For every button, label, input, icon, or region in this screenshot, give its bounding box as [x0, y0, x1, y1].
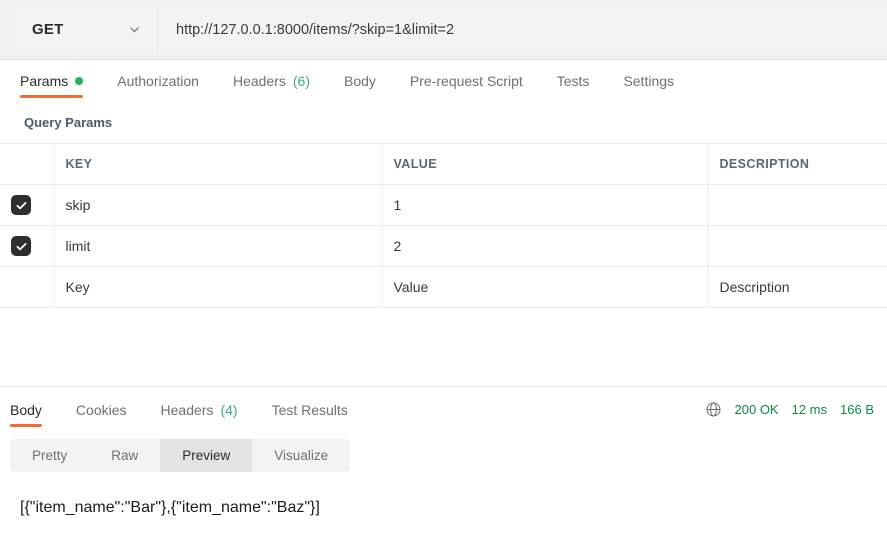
param-value-cell[interactable]: 1 — [382, 184, 709, 226]
column-header-description: DESCRIPTION — [708, 143, 887, 185]
table-row-new: Key Value Description — [0, 266, 887, 308]
view-preview[interactable]: Preview — [160, 439, 253, 472]
new-param-description-cell[interactable]: Description — [708, 266, 887, 308]
response-header: Body Cookies Headers (4) Test Results 20… — [0, 387, 887, 427]
response-tab-body[interactable]: Body — [10, 402, 59, 427]
response-tab-headers-label: Headers — [160, 402, 214, 418]
tab-settings[interactable]: Settings — [606, 73, 691, 98]
params-modified-dot-icon — [75, 77, 84, 85]
response-tab-body-label: Body — [10, 402, 42, 418]
tab-params-label: Params — [20, 73, 69, 89]
param-description-cell[interactable] — [708, 225, 887, 267]
response-tab-bar: Body Cookies Headers (4) Test Results — [10, 402, 365, 427]
new-param-key-cell[interactable]: Key — [54, 266, 383, 308]
column-header-key: KEY — [54, 143, 383, 185]
row-checkbox-cell — [0, 184, 55, 226]
param-key-cell[interactable]: skip — [54, 184, 383, 226]
http-method-label: GET — [32, 21, 64, 38]
request-tab-bar: Params Authorization Headers (6) Body Pr… — [0, 60, 887, 98]
view-visualize[interactable]: Visualize — [252, 439, 350, 472]
response-body-content: [{"item_name":"Bar"},{"item_name":"Baz"}… — [20, 499, 320, 516]
column-header-checkbox — [0, 143, 55, 185]
tab-authorization-label: Authorization — [117, 73, 199, 89]
table-row: limit 2 — [0, 225, 887, 267]
status-code[interactable]: 200 OK — [735, 402, 779, 417]
tab-headers-count: (6) — [292, 73, 310, 89]
tab-pre-request-script-label: Pre-request Script — [409, 73, 523, 89]
response-tab-cookies-label: Cookies — [75, 402, 127, 418]
response-view-switch: Pretty Raw Preview Visualize — [10, 439, 351, 472]
response-tab-test-results[interactable]: Test Results — [255, 402, 365, 427]
response-status-group: 200 OK 12 ms 166 B — [705, 401, 874, 427]
table-header-row: KEY VALUE DESCRIPTION — [0, 143, 887, 185]
view-raw[interactable]: Raw — [89, 439, 160, 472]
tab-authorization[interactable]: Authorization — [100, 73, 216, 98]
tab-settings-label: Settings — [623, 73, 675, 89]
checkbox-checked-icon[interactable] — [11, 195, 31, 215]
response-tab-cookies[interactable]: Cookies — [59, 402, 144, 427]
param-value-cell[interactable]: 2 — [382, 225, 709, 267]
column-header-value: VALUE — [382, 143, 709, 185]
tab-params[interactable]: Params — [20, 73, 100, 98]
checkbox-checked-icon[interactable] — [11, 236, 31, 256]
tab-body-label: Body — [344, 73, 376, 89]
view-pretty[interactable]: Pretty — [10, 439, 89, 472]
response-tab-headers[interactable]: Headers (4) — [144, 402, 255, 427]
chevron-down-icon — [128, 23, 141, 36]
tab-tests-label: Tests — [556, 73, 590, 89]
row-checkbox-cell — [0, 225, 55, 267]
table-row: skip 1 — [0, 184, 887, 226]
globe-icon[interactable] — [705, 401, 722, 418]
request-pane-filler — [0, 308, 887, 386]
request-url-bar: GET http://127.0.0.1:8000/items/?skip=1&… — [0, 0, 887, 60]
http-method-select[interactable]: GET — [10, 8, 158, 51]
tab-headers[interactable]: Headers (6) — [216, 73, 327, 98]
request-url-input[interactable]: http://127.0.0.1:8000/items/?skip=1&limi… — [158, 8, 887, 51]
tab-body[interactable]: Body — [327, 73, 393, 98]
param-key-cell[interactable]: limit — [54, 225, 383, 267]
query-params-table: KEY VALUE DESCRIPTION skip 1 limit 2 Key… — [0, 143, 887, 308]
status-time[interactable]: 12 ms — [792, 402, 827, 417]
tab-pre-request-script[interactable]: Pre-request Script — [393, 73, 540, 98]
tab-headers-label: Headers — [232, 73, 286, 89]
query-params-title: Query Params — [24, 115, 113, 130]
status-size[interactable]: 166 B — [840, 402, 874, 417]
response-tab-headers-count: (4) — [220, 402, 238, 418]
tab-tests[interactable]: Tests — [540, 73, 607, 98]
param-description-cell[interactable] — [708, 184, 887, 226]
row-checkbox-cell-empty — [0, 266, 55, 308]
response-tab-test-results-label: Test Results — [271, 402, 348, 418]
new-param-value-cell[interactable]: Value — [382, 266, 709, 308]
